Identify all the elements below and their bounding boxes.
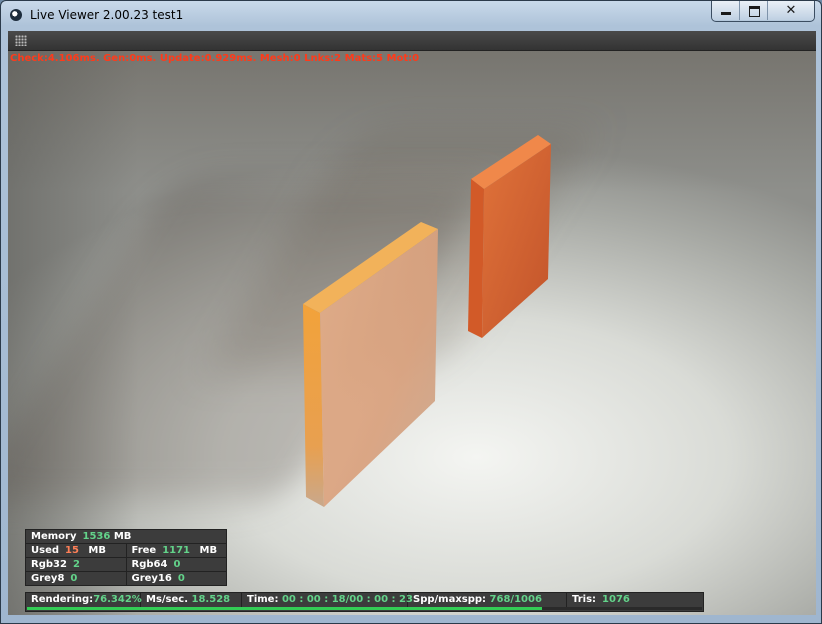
render-progress-fill (27, 607, 543, 610)
render-status-cells: Rendering:76.342% Ms/sec. 18.528 Time: 0… (26, 593, 703, 607)
grey16-label: Grey16 (131, 573, 172, 584)
memory-free-cell: Free 1171 MB (125, 544, 227, 557)
grey16-cell: Grey16 0 (125, 572, 227, 585)
spp-value: 768/1006 (489, 594, 542, 605)
close-icon: ✕ (785, 3, 797, 18)
rgb32-cell: Rgb32 2 (26, 558, 126, 571)
live-viewer-window: Live Viewer 2.00.23 test1 ✕ Check:4.106m… (0, 0, 822, 624)
spp-cell: Spp/maxspp: 768/1006 (408, 593, 567, 607)
time-label: Time: (247, 594, 279, 605)
spp-label: Spp/maxspp: (413, 594, 487, 605)
app-logo-icon (10, 9, 22, 21)
maximize-icon (749, 6, 760, 17)
window-controls: ✕ (711, 1, 815, 22)
grid-menu-icon[interactable] (15, 35, 27, 46)
grey8-value: 0 (70, 573, 78, 584)
tris-value: 1076 (602, 594, 630, 605)
memory-value: 1536 (82, 531, 111, 542)
memory-row: Memory 1536 MB (26, 530, 226, 544)
title-bar[interactable]: Live Viewer 2.00.23 test1 ✕ (1, 1, 821, 29)
minimize-button[interactable] (712, 1, 740, 20)
ms-label: Ms/sec. (146, 594, 189, 605)
rendering-label: Rendering: (31, 594, 94, 605)
time-value: 00 : 00 : 18/00 : 00 : 23 (281, 594, 413, 605)
rgb64-cell: Rgb64 0 (125, 558, 227, 571)
ms-value: 18.528 (191, 594, 231, 605)
free-label: Free (131, 545, 157, 556)
window-title: Live Viewer 2.00.23 test1 (30, 8, 184, 22)
used-unit: MB (88, 545, 106, 556)
rear-glass-slab (468, 135, 551, 338)
memory-panel: Memory 1536 MB Used 15 MB Free 1171 MB Rgb3… (25, 529, 227, 586)
rendering-value: 76.342% (93, 594, 142, 605)
ms-per-sec-cell: Ms/sec. 18.528 (141, 593, 242, 607)
grey8-label: Grey8 (31, 573, 65, 584)
time-cell: Time: 00 : 00 : 18/00 : 00 : 23 (242, 593, 413, 607)
memory-total-cell: Memory 1536 MB (26, 530, 131, 543)
used-value: 15 (65, 545, 79, 556)
tris-cell: Tris: 1076 (567, 593, 701, 607)
free-unit: MB (199, 545, 218, 556)
maximize-button[interactable] (740, 1, 768, 20)
memory-used-cell: Used 15 MB (26, 544, 126, 557)
rgb32-label: Rgb32 (31, 559, 67, 570)
grey8-cell: Grey8 0 (26, 572, 126, 585)
memory-unit: MB (113, 531, 132, 542)
render-viewport[interactable]: Check:4.106ms. Gen:0ms. Update:0.929ms. … (8, 51, 816, 615)
memory-label: Memory (31, 531, 77, 542)
close-button[interactable]: ✕ (768, 1, 814, 20)
rgb32-value: 2 (72, 559, 80, 570)
rgb64-label: Rgb64 (131, 559, 168, 570)
minimize-icon (721, 12, 731, 15)
tris-label: Tris: (572, 594, 597, 605)
render-progress-bar (27, 607, 702, 610)
memory-row: Used 15 MB Free 1171 MB (26, 544, 226, 558)
rendering-cell: Rendering:76.342% (26, 593, 142, 607)
front-glass-slab (303, 222, 438, 507)
memory-row: Rgb32 2 Rgb64 0 (26, 558, 226, 572)
used-label: Used (31, 545, 60, 556)
render-status-bar: Rendering:76.342% Ms/sec. 18.528 Time: 0… (25, 592, 704, 612)
rgb64-value: 0 (173, 559, 181, 570)
render-stats-line: Check:4.106ms. Gen:0ms. Update:0.929ms. … (10, 53, 420, 64)
viewer-toolbar (8, 31, 816, 51)
grey16-value: 0 (177, 573, 185, 584)
memory-row: Grey8 0 Grey16 0 (26, 572, 226, 585)
free-value: 1171 (162, 545, 191, 556)
rear-slab-edge (468, 179, 484, 338)
